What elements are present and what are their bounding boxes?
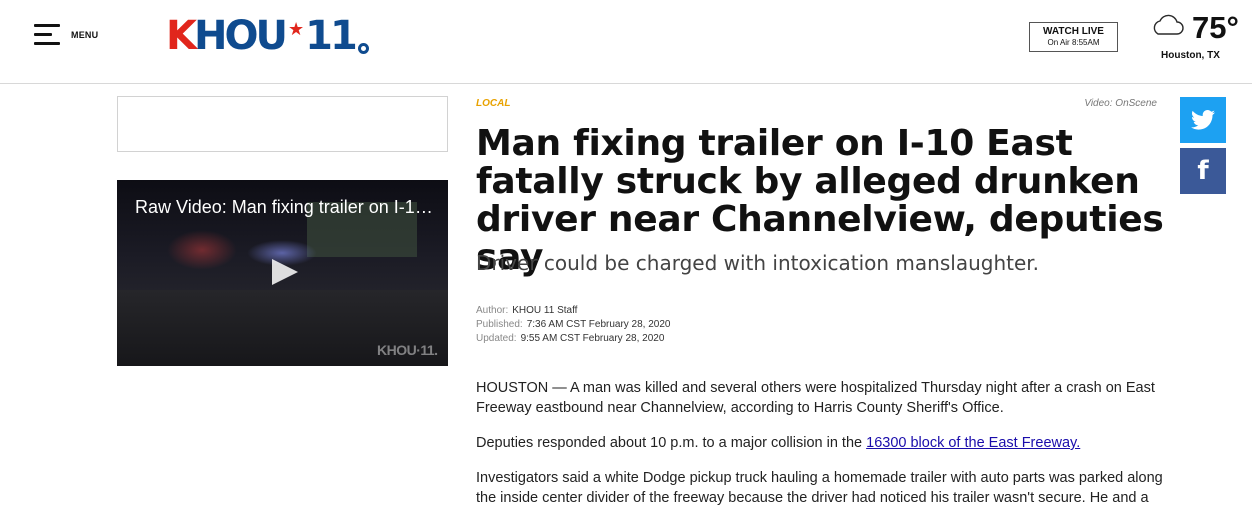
video-title[interactable]: Raw Video: Man fixing trailer on I-10 Ea… xyxy=(135,197,435,218)
site-header: MENU K HOU ★ 11 WATCH LIVE On Air 8:55AM… xyxy=(0,0,1252,84)
weather-widget[interactable]: 75° Houston, TX xyxy=(1148,10,1248,70)
weather-location: Houston, TX xyxy=(1161,50,1220,61)
watch-live-button[interactable]: WATCH LIVE On Air 8:55AM xyxy=(1029,22,1118,52)
article-subheadline: Driver could be charged with intoxicatio… xyxy=(476,251,1040,275)
play-icon[interactable] xyxy=(272,259,298,285)
logo-star-icon: ★ xyxy=(287,19,305,39)
ad-slot xyxy=(117,96,448,152)
watch-live-subtitle: On Air 8:55AM xyxy=(1047,38,1100,47)
cbs-eye-icon xyxy=(357,43,369,54)
facebook-icon: f xyxy=(1197,156,1209,186)
published-time: 7:36 AM CST February 28, 2020 xyxy=(526,319,671,330)
updated-line: Updated: 9:55 AM CST February 28, 2020 xyxy=(476,333,665,344)
location-link[interactable]: 16300 block of the East Freeway. xyxy=(866,435,1080,451)
author-line: Author: KHOU 11 Staff xyxy=(476,305,578,316)
video-watermark: KHOU·11. xyxy=(377,342,438,358)
twitter-icon xyxy=(1191,110,1215,130)
updated-time: 9:55 AM CST February 28, 2020 xyxy=(520,333,665,344)
menu-label: MENU xyxy=(71,30,99,40)
paragraph: Deputies responded about 10 p.m. to a ma… xyxy=(476,435,1081,451)
published-line: Published: 7:36 AM CST February 28, 2020 xyxy=(476,319,671,330)
article-meta: Author: KHOU 11 Staff Published: 7:36 AM C… xyxy=(476,304,671,346)
paragraph: Investigators said a white Dodge pickup … xyxy=(476,470,1163,506)
facebook-share-button[interactable]: f xyxy=(1180,148,1226,194)
section-label[interactable]: LOCAL xyxy=(476,98,510,109)
article-body: HOUSTON — A man was killed and several o… xyxy=(476,378,1176,523)
menu-button[interactable]: MENU xyxy=(34,24,98,46)
khou-logo[interactable]: K HOU ★ 11 xyxy=(166,14,369,58)
twitter-share-button[interactable] xyxy=(1180,97,1226,143)
video-credit: Video: OnScene xyxy=(1084,98,1157,109)
cloud-icon xyxy=(1153,14,1184,35)
paragraph: HOUSTON — A man was killed and several o… xyxy=(476,380,1155,416)
temperature: 75° xyxy=(1192,10,1239,45)
video-player[interactable]: Raw Video: Man fixing trailer on I-10 Ea… xyxy=(117,180,448,366)
author-name: KHOU 11 Staff xyxy=(512,305,578,316)
hamburger-icon xyxy=(34,24,60,46)
watch-live-title: WATCH LIVE xyxy=(1043,26,1104,37)
